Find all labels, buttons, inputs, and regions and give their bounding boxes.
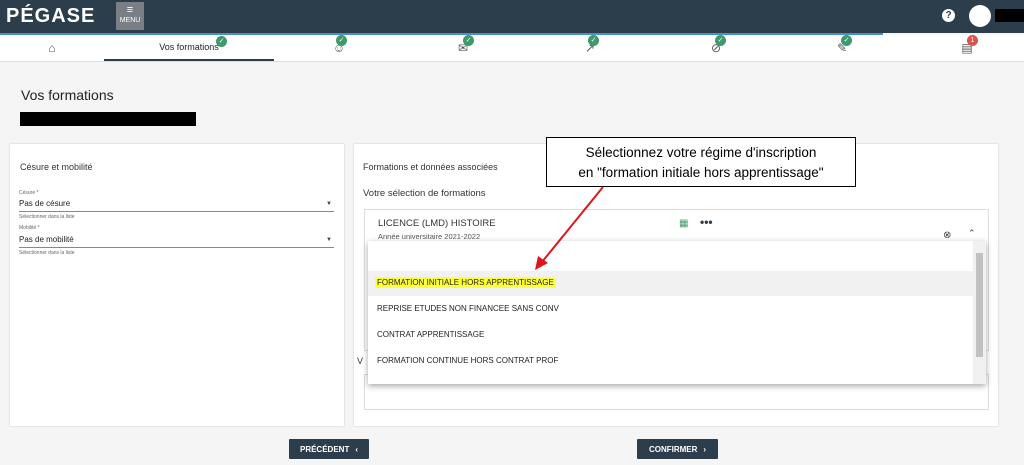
chevron-right-icon: ›: [703, 444, 707, 454]
previous-label: PRÉCÉDENT: [299, 444, 350, 454]
previous-button[interactable]: PRÉCÉDENT ‹: [289, 439, 369, 459]
chevron-left-icon: ‹: [355, 444, 358, 454]
confirm-label: CONFIRMER: [648, 444, 698, 454]
confirm-button[interactable]: CONFIRMER ›: [637, 439, 718, 459]
callout-arrow: [535, 186, 604, 270]
